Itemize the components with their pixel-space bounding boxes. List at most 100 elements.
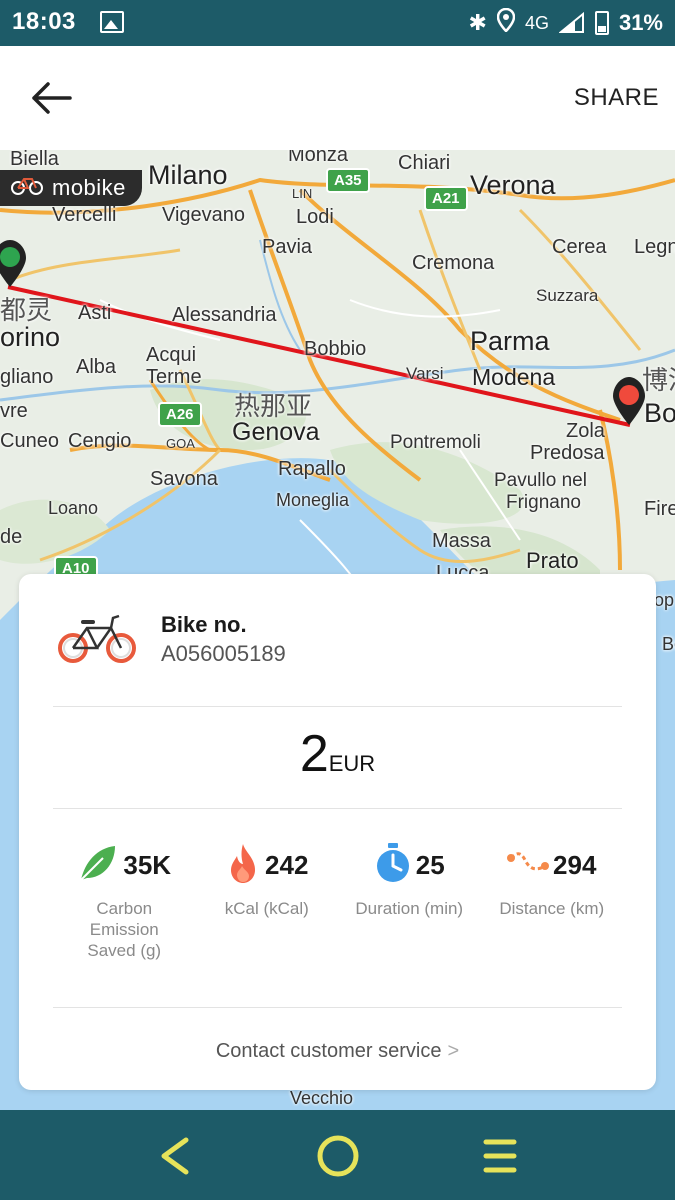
route-icon xyxy=(507,850,550,881)
map-label: Prato xyxy=(526,548,579,573)
price-amount: 2 xyxy=(299,725,329,783)
app-bar: SHARE xyxy=(0,46,675,150)
stat-value: 242 xyxy=(265,849,309,880)
share-button[interactable]: SHARE xyxy=(574,84,659,112)
bike-logo-icon xyxy=(10,174,44,202)
map-label: Parma xyxy=(470,326,550,356)
status-icons: ✱ 4G 31% xyxy=(468,7,663,38)
ride-price: 2EUR xyxy=(19,724,656,784)
map-label: de xyxy=(0,526,23,548)
stat-label: Distance (km) xyxy=(499,899,605,918)
map-label: op xyxy=(654,590,675,610)
contact-label: Contact customer service xyxy=(215,1040,442,1062)
stat-value: 294 xyxy=(553,849,597,880)
network-type: 4G xyxy=(524,12,549,33)
bike-icon xyxy=(57,610,137,666)
stat-value: 35K xyxy=(123,849,172,880)
map-label: Cengio xyxy=(68,430,132,452)
status-bar: 18:03 ✱ 4G 31% xyxy=(0,0,675,46)
map-label: Chiari xyxy=(398,152,451,174)
stat-value: 25 xyxy=(415,849,445,880)
map-label: Alessandria xyxy=(172,304,277,326)
start-pin-icon xyxy=(0,240,26,287)
map-label: Terme xyxy=(146,366,202,388)
map-label: Bo xyxy=(662,634,675,654)
map-label: Vercelli xyxy=(52,204,117,226)
map-label: Bo xyxy=(644,398,675,428)
stat-carbon: 35K Carbon Emission Saved (g) xyxy=(53,842,196,972)
chevron-right-icon: > xyxy=(447,1040,460,1062)
map-label: orino xyxy=(0,322,61,352)
navigation-bar xyxy=(0,1110,675,1200)
image-notification-icon xyxy=(100,11,124,33)
map-label: Bobbio xyxy=(304,338,367,360)
map-label: Milano xyxy=(148,160,228,190)
map-label: Pavia xyxy=(262,236,313,258)
stat-label: Carbon Emission Saved (g) xyxy=(87,899,162,960)
stat-duration: 25 Duration (min) xyxy=(338,842,481,972)
map-label: Predosa xyxy=(530,442,605,464)
map-label: GOA xyxy=(166,436,195,451)
mobike-logo: mobike xyxy=(0,170,142,206)
map-label: 博洛 xyxy=(642,365,675,395)
map-label: Fire xyxy=(644,498,675,520)
stat-label: Duration (min) xyxy=(355,899,464,918)
map-label: Legn xyxy=(634,236,675,258)
divider xyxy=(53,808,622,809)
signal-icon xyxy=(558,12,585,34)
road-badge: A35 xyxy=(326,168,370,193)
ride-stats: 35K Carbon Emission Saved (g) 242 kCal (… xyxy=(53,842,623,972)
bike-number-label: Bike no. xyxy=(161,612,247,637)
map-label: Massa xyxy=(432,530,491,552)
battery-percent: 31% xyxy=(618,10,663,35)
map-label: vre xyxy=(0,400,28,422)
map-label: Loano xyxy=(48,498,99,518)
map-label: Genova xyxy=(232,418,320,446)
road-badge: A21 xyxy=(424,186,468,211)
map-label: Alba xyxy=(76,356,117,378)
map-label: Asti xyxy=(78,302,112,324)
stat-distance: 294 Distance (km) xyxy=(481,842,624,972)
map-label: Monza xyxy=(288,150,349,166)
map-label: Verona xyxy=(470,170,556,200)
map-label: Varsi xyxy=(406,364,444,383)
map-label: gliano xyxy=(0,366,54,388)
map-label: Modena xyxy=(472,364,556,390)
nav-home-icon[interactable] xyxy=(316,1134,360,1178)
map-label: Cuneo xyxy=(0,430,59,452)
map-label: Moneglia xyxy=(276,490,350,510)
price-unit: EUR xyxy=(328,751,376,776)
nav-menu-icon[interactable] xyxy=(478,1134,522,1178)
bluetooth-icon: ✱ xyxy=(468,10,487,35)
map-label: Vecchio xyxy=(290,1088,354,1108)
stat-label: kCal (kCal) xyxy=(224,899,309,918)
divider xyxy=(53,1007,622,1008)
map-label: Acqui xyxy=(146,344,197,366)
bike-id: A056005189 xyxy=(161,641,286,666)
map-label: Rapallo xyxy=(278,458,346,480)
back-arrow-icon[interactable] xyxy=(28,76,76,120)
map-label: Lodi xyxy=(296,206,334,228)
ride-summary-card: Bike no. A056005189 2EUR 35K Carbon Emis… xyxy=(19,574,656,1090)
flame-icon xyxy=(225,842,261,889)
map-label: Biella xyxy=(10,150,59,170)
road-badge: A26 xyxy=(158,402,202,427)
leaf-icon xyxy=(77,842,119,889)
divider xyxy=(53,706,622,707)
map-label: Zola xyxy=(566,420,605,442)
map-label: Savona xyxy=(150,468,218,490)
map-label: Suzzara xyxy=(536,286,599,305)
contact-customer-service-link[interactable]: Contact customer service > xyxy=(19,1040,656,1063)
brand-name: mobike xyxy=(52,175,126,200)
map-label: Pavullo nel xyxy=(494,470,587,491)
map-label: Vigevano xyxy=(162,204,246,226)
battery-icon xyxy=(594,11,609,35)
map-label: LIN xyxy=(292,186,313,201)
map-label: Cerea xyxy=(552,236,607,258)
location-icon xyxy=(496,7,516,38)
map-label: Pontremoli xyxy=(390,432,481,453)
stat-calories: 242 kCal (kCal) xyxy=(196,842,339,972)
status-time: 18:03 xyxy=(12,8,76,35)
map-label: Frignano xyxy=(506,492,581,513)
nav-back-icon[interactable] xyxy=(154,1134,198,1178)
